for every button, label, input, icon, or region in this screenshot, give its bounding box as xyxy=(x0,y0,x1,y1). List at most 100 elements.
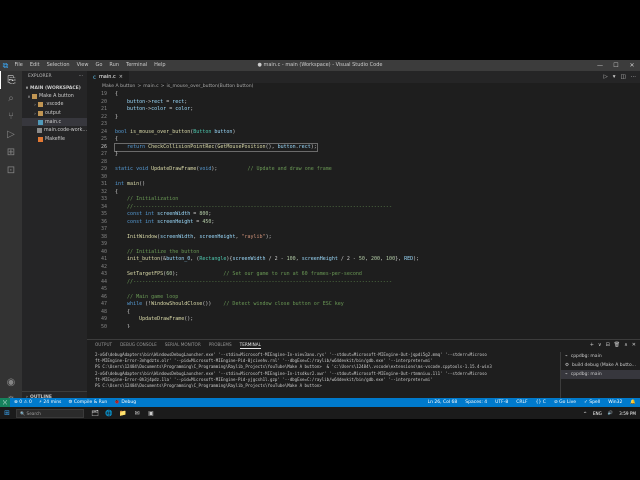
breadcrumb-symbol[interactable]: is_mouse_over_button(Button button) xyxy=(167,83,254,91)
code-line[interactable]: 27} xyxy=(87,151,640,159)
split-terminal-icon[interactable]: ⊟ xyxy=(606,342,610,348)
line-ending-status[interactable]: CRLF xyxy=(516,400,527,405)
terminal-output[interactable]: 2-x64\debugAdapters\bin\WindowsDebugLaun… xyxy=(95,352,555,389)
more-actions-icon[interactable]: ··· xyxy=(79,71,83,83)
code-line[interactable]: 34 //-----------------------------------… xyxy=(87,204,640,212)
run-file-icon[interactable]: ▷ xyxy=(604,74,608,80)
vscode-taskbar-icon[interactable]: ▣ xyxy=(146,408,156,418)
language-mode-status[interactable]: {} C xyxy=(536,400,546,405)
kill-terminal-icon[interactable]: 🗑 xyxy=(614,342,620,348)
more-editor-actions-icon[interactable]: ··· xyxy=(631,74,636,80)
mail-icon[interactable]: ✉ xyxy=(132,408,142,418)
file-tree-item[interactable]: main.code-work... xyxy=(22,126,87,135)
breadcrumb-folder[interactable]: Make A button xyxy=(102,83,135,91)
code-line[interactable]: 23 xyxy=(87,121,640,129)
tab-terminal[interactable]: TERMINAL xyxy=(239,341,261,349)
terminal-instance[interactable]: ⌁ cppdbg: main xyxy=(561,352,640,361)
tab-main-c[interactable]: C main.c × xyxy=(87,71,129,83)
menu-go[interactable]: Go xyxy=(92,60,106,71)
source-control-icon[interactable]: ⑂ xyxy=(0,107,22,125)
indentation-status[interactable]: Spaces: 4 xyxy=(465,400,487,405)
close-window-button[interactable]: ✕ xyxy=(624,60,640,71)
workspace-section-header[interactable]: ∨MAIN (WORKSPACE) xyxy=(22,83,87,92)
code-line[interactable]: 39 xyxy=(87,241,640,249)
code-editor[interactable]: 19{20 button->rect = rect; 21 button->col… xyxy=(87,91,640,328)
code-line[interactable]: 19 { xyxy=(87,91,640,99)
tray-overflow-icon[interactable]: ^ xyxy=(583,411,587,416)
volume-icon[interactable]: 🔊 xyxy=(608,410,613,416)
notifications-icon[interactable]: 🔔 xyxy=(630,400,636,405)
breadcrumb-file[interactable]: main.c xyxy=(143,83,158,91)
code-line[interactable]: 36 const int screenHeight = 450; xyxy=(87,219,640,227)
code-line[interactable]: 33 // Initialization xyxy=(87,196,640,204)
compile-run-button[interactable]: ⚙ Compile & Run xyxy=(68,400,107,405)
file-tree-item[interactable]: › .vscode xyxy=(22,101,87,110)
file-tree-item[interactable]: main.c xyxy=(22,117,87,127)
code-line[interactable]: 48 { xyxy=(87,309,640,317)
code-line[interactable]: 47 while (!WindowShouldClose()) // Detec… xyxy=(87,301,640,309)
menu-selection[interactable]: Selection xyxy=(43,60,73,71)
platform-status[interactable]: Win32 xyxy=(608,400,622,405)
time-tracker-status[interactable]: ⚡ 24 mins xyxy=(39,400,62,405)
code-line[interactable]: 30 xyxy=(87,174,640,182)
file-tree-item[interactable]: › output xyxy=(22,109,87,118)
menu-edit[interactable]: Edit xyxy=(26,60,43,71)
code-line[interactable]: 29 static void UpdateDrawFrame(void); // … xyxy=(87,166,640,174)
tab-debug-console[interactable]: DEBUG CONSOLE xyxy=(120,342,157,347)
accounts-icon[interactable]: ◉ xyxy=(0,373,22,391)
menu-help[interactable]: Help xyxy=(151,60,169,71)
maximize-panel-icon[interactable]: ∧ xyxy=(624,342,628,348)
code-line[interactable]: 32 { xyxy=(87,189,640,197)
code-line[interactable]: 38 InitWindow(screenWidth, screenHeight,… xyxy=(87,234,640,242)
code-line[interactable]: 37 xyxy=(87,226,640,234)
code-line[interactable]: 46 // Main game loop xyxy=(87,294,640,302)
debug-button[interactable]: 🐞 Debug xyxy=(114,400,136,405)
terminal-instance[interactable]: ⌁ cppdbg: main xyxy=(561,370,640,379)
code-line[interactable]: 44 //-----------------------------------… xyxy=(87,279,640,287)
problems-status[interactable]: ⊗ 0 ⚠ 0 xyxy=(14,400,32,405)
remote-indicator-icon[interactable]: ⟩⟨ xyxy=(0,398,10,407)
cursor-position[interactable]: Ln 26, Col 68 xyxy=(428,400,458,405)
encoding-status[interactable]: UTF-8 xyxy=(495,400,508,405)
language-indicator[interactable]: ENG xyxy=(593,411,602,416)
windows-start-icon[interactable]: ⊞ xyxy=(0,409,14,417)
code-line[interactable]: 28 xyxy=(87,159,640,167)
file-tree-item[interactable]: Makefile xyxy=(22,135,87,144)
terminal-dropdown-icon[interactable]: ∨ xyxy=(598,342,602,348)
code-line[interactable]: 42 xyxy=(87,264,640,272)
minimize-button[interactable]: — xyxy=(592,60,608,71)
browser-icon[interactable]: 🌐 xyxy=(104,408,114,418)
terminal-instance[interactable]: ⚙ build debug (Make A butto... xyxy=(561,361,640,370)
code-line[interactable]: 20 button->rect = rect; xyxy=(87,99,640,107)
menu-terminal[interactable]: Terminal xyxy=(123,60,151,71)
code-line[interactable]: 40 // Initialize the button xyxy=(87,249,640,257)
code-line[interactable]: 22} xyxy=(87,114,640,122)
code-line[interactable]: 24 bool is_mouse_over_button(Button butto… xyxy=(87,129,640,137)
menu-view[interactable]: View xyxy=(73,60,92,71)
code-line[interactable]: 21 button->color = color; xyxy=(87,106,640,114)
maximize-button[interactable]: ☐ xyxy=(608,60,624,71)
file-tree-item[interactable]: ∨ Make A button xyxy=(22,92,87,101)
menu-run[interactable]: Run xyxy=(106,60,123,71)
code-line[interactable]: 41 init_button(&button_0, (Rectangle){sc… xyxy=(87,256,640,264)
close-tab-icon[interactable]: × xyxy=(119,74,123,80)
run-debug-icon[interactable]: ▷ xyxy=(0,125,22,143)
files-icon[interactable]: ⎘ xyxy=(0,71,22,89)
file-explorer-icon[interactable]: 📁 xyxy=(118,408,128,418)
taskbar-search-input[interactable]: 🔍 Search xyxy=(16,408,84,418)
new-terminal-icon[interactable]: + xyxy=(590,342,594,348)
close-panel-icon[interactable]: ✕ xyxy=(632,342,636,348)
code-line[interactable]: 26 return CheckCollisionPointRec(GetMous… xyxy=(87,142,640,152)
menu-file[interactable]: File xyxy=(11,60,26,71)
tab-problems[interactable]: PROBLEMS xyxy=(209,342,232,347)
remote-icon[interactable]: ⊡ xyxy=(0,161,22,179)
code-line[interactable]: 50 } xyxy=(87,324,640,329)
search-icon[interactable]: ⌕ xyxy=(0,89,22,107)
tab-output[interactable]: OUTPUT xyxy=(95,342,112,347)
spell-status[interactable]: ✓ Spell xyxy=(584,400,600,405)
code-line[interactable]: 45 xyxy=(87,286,640,294)
split-editor-icon[interactable]: ◫ xyxy=(621,74,626,80)
clock[interactable]: 3:59 PM xyxy=(619,411,636,416)
go-live-button[interactable]: ⊘ Go Live xyxy=(554,400,576,405)
code-line[interactable]: 25 { xyxy=(87,136,640,144)
